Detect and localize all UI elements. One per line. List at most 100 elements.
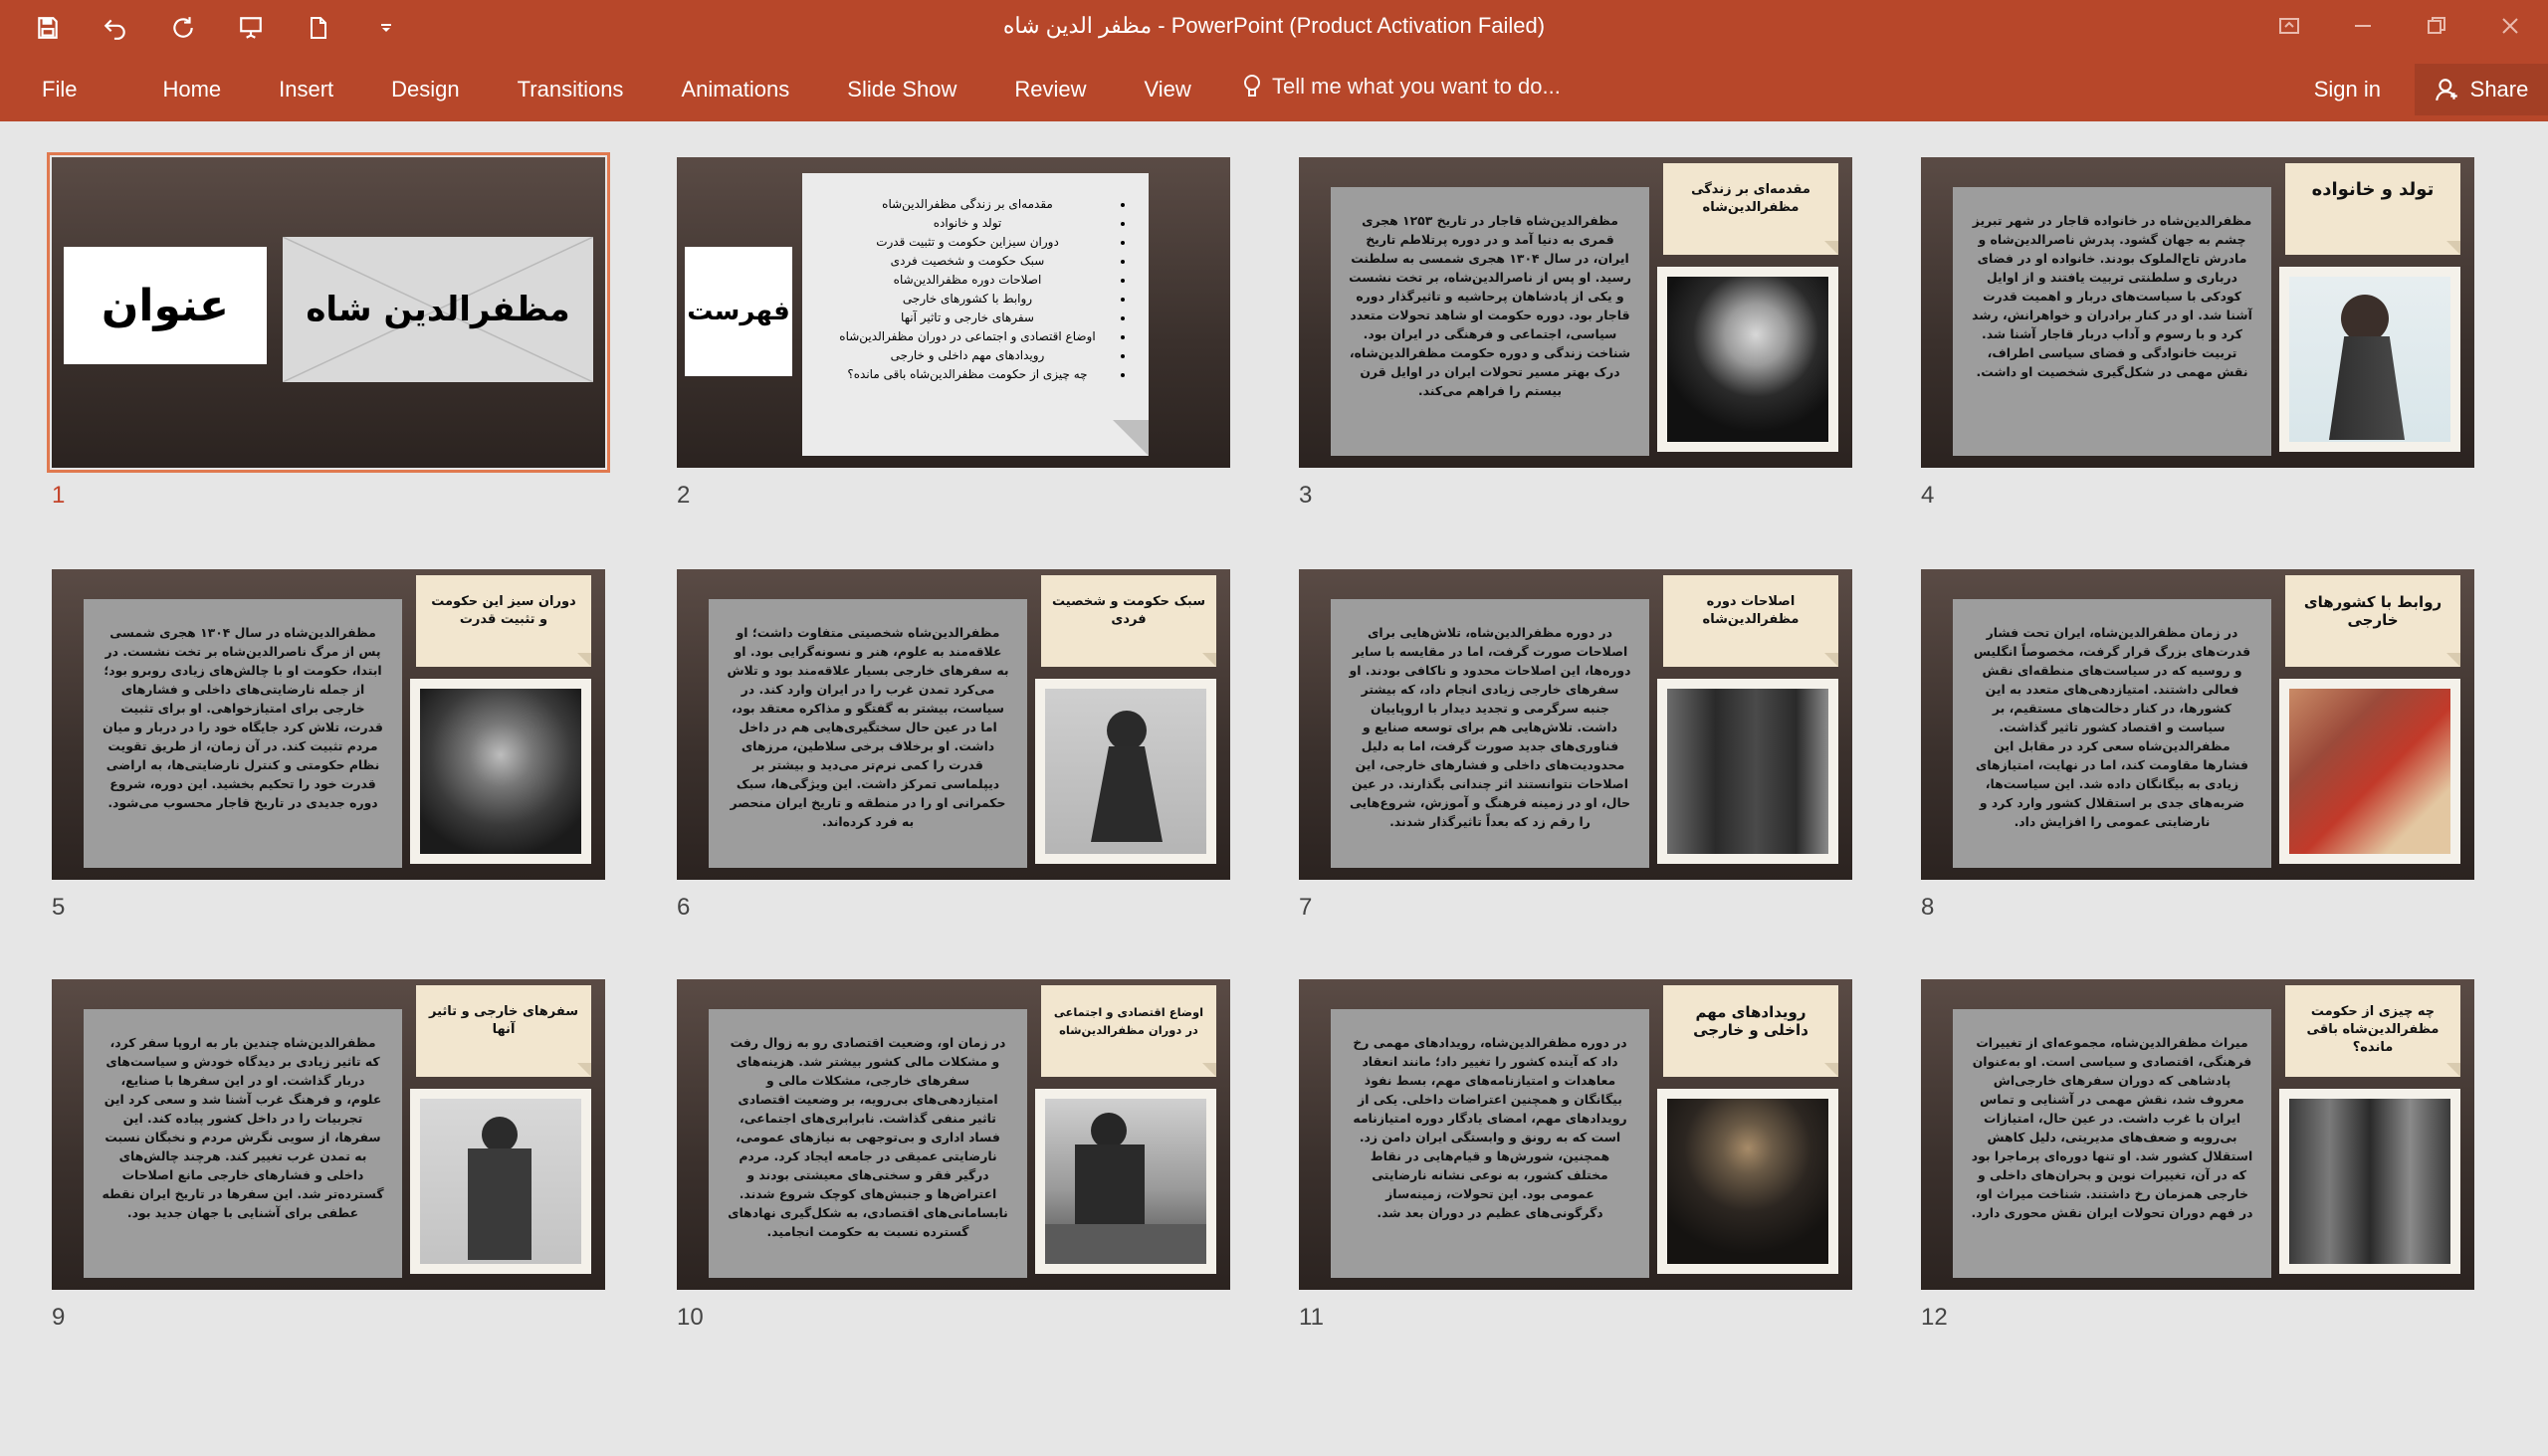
slide-slot-5: مظفرالدین‌شاه در سال ۱۳۰۴ هجری شمسی پس ا… <box>52 569 605 921</box>
list-item: سفرهای خارجی و تاثیر آنها <box>824 309 1111 327</box>
slide-thumbnail[interactable]: در دوره مظفرالدین‌شاه، رویدادهای مهمی رخ… <box>1299 979 1852 1290</box>
slide-number: 5 <box>52 894 66 921</box>
tab-design[interactable]: Design <box>362 74 488 105</box>
slide-thumbnail[interactable]: مظفرالدین‌شاه چندین بار به اروپا سفر کرد… <box>52 979 605 1290</box>
slide-slot-11: در دوره مظفرالدین‌شاه، رویدادهای مهمی رخ… <box>1299 979 1852 1331</box>
slide-body-text: در زمان او، وضعیت اقتصادی رو به زوال رفت… <box>709 1009 1027 1278</box>
slide-slot-3: مظفرالدین‌شاه قاجار در تاریخ ۱۲۵۳ هجری ق… <box>1299 157 1852 509</box>
slide-thumbnail[interactable]: در دوره مظفرالدین‌شاه، تلاش‌هایی برای اص… <box>1299 569 1852 880</box>
slide-heading-note: مقدمه‌ای بر زندگی مظفرالدین‌شاه <box>1663 163 1838 255</box>
slide-thumbnail[interactable]: مظفرالدین‌شاه قاجار در تاریخ ۱۲۵۳ هجری ق… <box>1299 157 1852 468</box>
slide-thumbnail[interactable]: میراث مظفرالدین‌شاه، مجموعه‌ای از تغییرا… <box>1921 979 2474 1290</box>
slide-body-text: مظفرالدین‌شاه در خانواده قاجار در شهر تب… <box>1953 187 2271 456</box>
slide-heading-note: سفرهای خارجی و تاثیر آنها <box>416 985 591 1077</box>
minimize-button[interactable] <box>2345 8 2381 44</box>
slide-number: 11 <box>1299 1304 1324 1331</box>
slide-body-text: در دوره مظفرالدین‌شاه، تلاش‌هایی برای اص… <box>1331 599 1649 868</box>
ribbon-tabs: File Home Insert Design Transitions Anim… <box>42 74 1220 105</box>
slide-thumbnail[interactable]: مظفرالدین‌شاه در سال ۱۳۰۴ هجری شمسی پس ا… <box>52 569 605 880</box>
slide-body-text: مظفرالدین‌شاه قاجار در تاریخ ۱۲۵۳ هجری ق… <box>1331 187 1649 456</box>
portrait-photo <box>1657 267 1838 452</box>
list-item: مقدمه‌ای بر زندگی مظفرالدین‌شاه <box>824 195 1111 214</box>
tab-review[interactable]: Review <box>985 74 1115 105</box>
list-item: رویدادهای مهم داخلی و خارجی <box>824 346 1111 365</box>
slide-heading-note: روابط با کشورهای خارجی <box>2285 575 2460 667</box>
slide-slot-12: میراث مظفرالدین‌شاه، مجموعه‌ای از تغییرا… <box>1921 979 2474 1331</box>
slide-body-text: میراث مظفرالدین‌شاه، مجموعه‌ای از تغییرا… <box>1953 1009 2271 1278</box>
slide-number: 9 <box>52 1304 66 1331</box>
slide-body-text: مظفرالدین‌شاه چندین بار به اروپا سفر کرد… <box>84 1009 402 1278</box>
slide-body-text: در زمان مظفرالدین‌شاه، ایران تحت فشار قد… <box>1953 599 2271 868</box>
slide-heading-note: اوضاع اقتصادی و اجتماعی در دوران مظفرالد… <box>1041 985 1216 1077</box>
tell-me-box[interactable]: Tell me what you want to do... <box>1242 74 1561 100</box>
ribbon: File Home Insert Design Transitions Anim… <box>0 58 2548 121</box>
slide-title-box: فهرست <box>685 247 792 376</box>
tab-transitions[interactable]: Transitions <box>489 74 653 105</box>
toc-panel: مقدمه‌ای بر زندگی مظفرالدین‌شاه تولد و خ… <box>802 173 1149 456</box>
photo <box>1035 1089 1216 1274</box>
group-photo <box>2279 1089 2460 1274</box>
slide-slot-9: مظفرالدین‌شاه چندین بار به اروپا سفر کرد… <box>52 979 605 1331</box>
slide-slot-6: مظفرالدین‌شاه شخصیتی متفاوت داشت؛ او علا… <box>677 569 1230 921</box>
close-icon <box>2502 18 2518 34</box>
tab-insert[interactable]: Insert <box>250 74 362 105</box>
portrait-photo <box>410 679 591 864</box>
slide-number: 2 <box>677 482 691 509</box>
lightbulb-icon <box>1244 75 1260 97</box>
slide-number: 10 <box>677 1304 704 1331</box>
slide-title-box: عنوان <box>64 247 267 364</box>
slide-heading-note: اصلاحات دوره مظفرالدین‌شاه <box>1663 575 1838 667</box>
slide-slot-4: مظفرالدین‌شاه در خانواده قاجار در شهر تب… <box>1921 157 2474 509</box>
slide-number: 4 <box>1921 482 1935 509</box>
list-item: اصلاحات دوره مظفرالدین‌شاه <box>824 271 1111 290</box>
share-label: Share <box>2469 77 2529 102</box>
slide-heading-note: چه چیزی از حکومت مظفرالدین‌شاه باقی ماند… <box>2285 985 2460 1077</box>
slide-number: 7 <box>1299 894 1313 921</box>
tell-me-placeholder: Tell me what you want to do... <box>1272 74 1561 99</box>
person-icon <box>2435 79 2457 102</box>
slide-body-text: در دوره مظفرالدین‌شاه، رویدادهای مهمی رخ… <box>1331 1009 1649 1278</box>
slide-thumbnail[interactable]: در زمان او، وضعیت اقتصادی رو به زوال رفت… <box>677 979 1230 1290</box>
minimize-icon <box>2355 25 2371 27</box>
list-item: سبک حکومت و شخصیت فردی <box>824 252 1111 271</box>
slide-thumbnail[interactable]: فهرست مقدمه‌ای بر زندگی مظفرالدین‌شاه تو… <box>677 157 1230 468</box>
sign-in-link[interactable]: Sign in <box>2314 74 2381 105</box>
portrait-photo <box>2279 267 2460 452</box>
slide-heading-note: تولد و خانواده <box>2285 163 2460 255</box>
tab-animations[interactable]: Animations <box>652 74 818 105</box>
title-bar: مظفر الدین شاه - PowerPoint (Product Act… <box>0 0 2548 58</box>
ribbon-display-icon <box>2279 18 2299 34</box>
slide-body-text: مظفرالدین‌شاه شخصیتی متفاوت داشت؛ او علا… <box>709 599 1027 868</box>
slide-number: 8 <box>1921 894 1935 921</box>
list-item: دوران سیزاین حکومت و تثبیت قدرت <box>824 233 1111 252</box>
close-button[interactable] <box>2492 8 2528 44</box>
portrait-photo <box>1657 1089 1838 1274</box>
tab-slide-show[interactable]: Slide Show <box>818 74 985 105</box>
slide-thumbnail[interactable]: مظفرالدین‌شاه شخصیتی متفاوت داشت؛ او علا… <box>677 569 1230 880</box>
slide-heading-note: رویدادهای مهم داخلی و خارجی <box>1663 985 1838 1077</box>
slide-number: 12 <box>1921 1304 1948 1331</box>
restore-icon <box>2428 17 2445 34</box>
slide-body-text: مظفرالدین‌شاه در سال ۱۳۰۴ هجری شمسی پس ا… <box>84 599 402 868</box>
window-title: مظفر الدین شاه - PowerPoint (Product Act… <box>1002 13 1546 38</box>
window-controls <box>2271 8 2528 44</box>
list-item: چه چیزی از حکومت مظفرالدین‌شاه باقی ماند… <box>824 365 1111 384</box>
tab-home[interactable]: Home <box>133 74 250 105</box>
ribbon-display-options-button[interactable] <box>2271 8 2307 44</box>
tab-view[interactable]: View <box>1116 74 1220 105</box>
slide-slot-8: در زمان مظفرالدین‌شاه، ایران تحت فشار قد… <box>1921 569 2474 921</box>
share-button[interactable]: Share <box>2415 64 2548 115</box>
slide-slot-10: در زمان او، وضعیت اقتصادی رو به زوال رفت… <box>677 979 1230 1331</box>
list-item: روابط با کشورهای خارجی <box>824 290 1111 309</box>
slide-sorter: عنوان مظفرالدین شاه 1 فهرست مقدمه‌ای بر … <box>0 121 2548 1456</box>
slide-number: 3 <box>1299 482 1313 509</box>
slide-thumbnail[interactable]: در زمان مظفرالدین‌شاه، ایران تحت فشار قد… <box>1921 569 2474 880</box>
portrait-photo <box>1035 679 1216 864</box>
list-item: تولد و خانواده <box>824 214 1111 233</box>
slide-thumbnail[interactable]: مظفرالدین‌شاه در خانواده قاجار در شهر تب… <box>1921 157 2474 468</box>
slide-slot-7: در دوره مظفرالدین‌شاه، تلاش‌هایی برای اص… <box>1299 569 1852 921</box>
tab-file[interactable]: File <box>42 74 106 105</box>
list-item: اوضاع اقتصادی و اجتماعی در دوران مظفرالد… <box>824 327 1111 346</box>
restore-button[interactable] <box>2419 8 2454 44</box>
slide-thumbnail[interactable]: عنوان مظفرالدین شاه <box>47 152 610 473</box>
